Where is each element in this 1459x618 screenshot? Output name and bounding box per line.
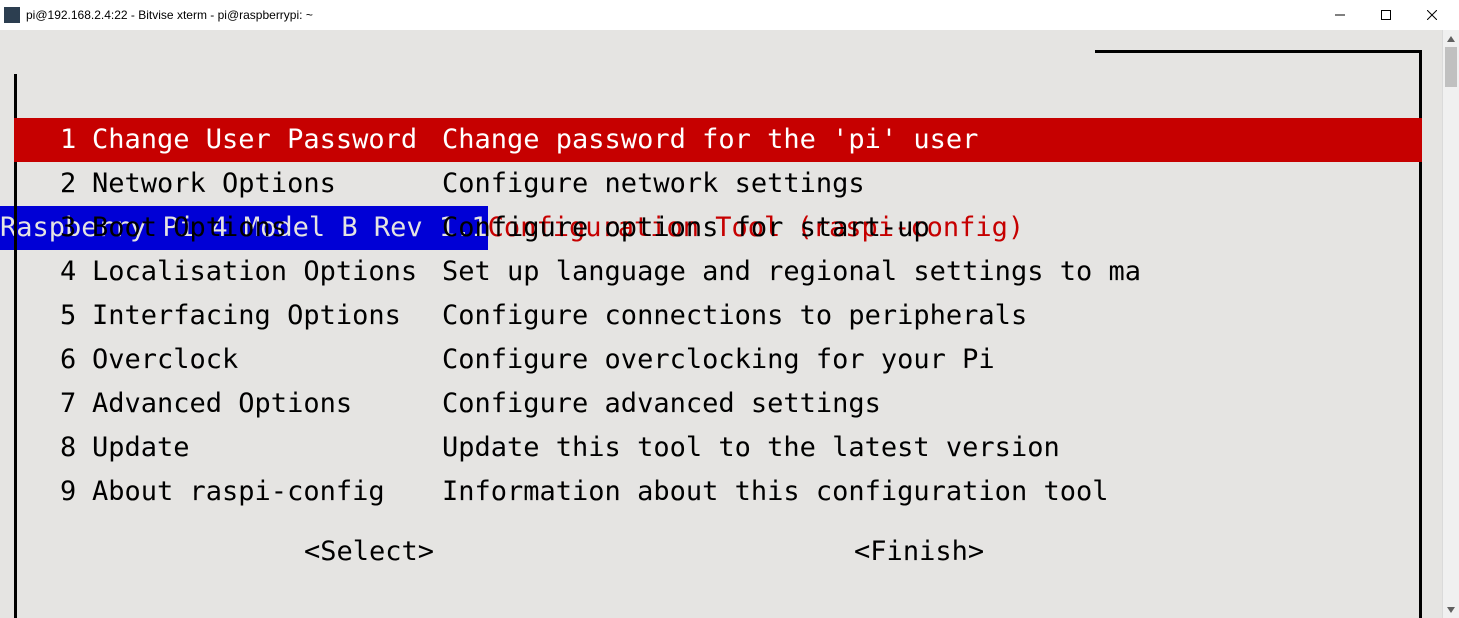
menu-item-label: Update [92, 426, 442, 470]
menu-item-description: Update this tool to the latest version [442, 426, 1060, 470]
menu-item-description: Configure options for start-up [442, 206, 930, 250]
menu-item[interactable]: 3Boot OptionsConfigure options for start… [14, 206, 1422, 250]
menu-item[interactable]: 7Advanced OptionsConfigure advanced sett… [14, 382, 1422, 426]
menu-item-number: 6 [60, 338, 92, 382]
scroll-thumb[interactable] [1445, 47, 1457, 87]
minimize-icon [1335, 10, 1345, 20]
frame-border [1419, 50, 1422, 74]
menu-item-label: Interfacing Options [92, 294, 442, 338]
frame-border [1095, 50, 1422, 53]
scroll-up-button[interactable] [1443, 30, 1459, 47]
menu-item[interactable]: 6OverclockConfigure overclocking for you… [14, 338, 1422, 382]
menu-item-label: Network Options [92, 162, 442, 206]
menu-item[interactable]: 1Change User PasswordChange password for… [14, 118, 1422, 162]
close-icon [1427, 10, 1437, 20]
menu-item-number: 2 [60, 162, 92, 206]
terminal-area[interactable]: Raspberry Pi 4 Model B Rev 1.1Configurat… [0, 30, 1459, 618]
menu-item-number: 9 [60, 470, 92, 514]
menu-item[interactable]: 8UpdateUpdate this tool to the latest ve… [14, 426, 1422, 470]
menu-item-description: Configure connections to peripherals [442, 294, 1027, 338]
titlebar[interactable]: pi@192.168.2.4:22 - Bitvise xterm - pi@r… [0, 0, 1459, 30]
menu-item-description: Configure network settings [442, 162, 865, 206]
menu-item-label: About raspi-config [92, 470, 442, 514]
maximize-icon [1381, 10, 1391, 20]
xterm-window: pi@192.168.2.4:22 - Bitvise xterm - pi@r… [0, 0, 1459, 618]
close-button[interactable] [1409, 0, 1455, 30]
app-icon [4, 7, 20, 23]
menu-item-number: 8 [60, 426, 92, 470]
config-menu[interactable]: 1Change User PasswordChange password for… [14, 118, 1422, 514]
action-buttons-row: <Select> <Finish> [14, 530, 1422, 574]
menu-item-label: Boot Options [92, 206, 442, 250]
finish-button[interactable]: <Finish> [854, 530, 984, 574]
menu-item-description: Configure overclocking for your Pi [442, 338, 995, 382]
menu-item-description: Set up language and regional settings to… [442, 250, 1141, 294]
chevron-up-icon [1447, 36, 1455, 42]
menu-item-number: 3 [60, 206, 92, 250]
menu-item-label: Localisation Options [92, 250, 442, 294]
menu-item-description: Configure advanced settings [442, 382, 881, 426]
menu-item-description: Information about this configuration too… [442, 470, 1108, 514]
menu-item-number: 7 [60, 382, 92, 426]
menu-item-number: 1 [60, 118, 92, 162]
vertical-scrollbar[interactable] [1442, 30, 1459, 618]
scroll-down-button[interactable] [1443, 601, 1459, 618]
menu-item[interactable]: 2Network OptionsConfigure network settin… [14, 162, 1422, 206]
maximize-button[interactable] [1363, 0, 1409, 30]
minimize-button[interactable] [1317, 0, 1363, 30]
window-controls [1317, 0, 1455, 30]
chevron-down-icon [1447, 607, 1455, 613]
menu-item-number: 4 [60, 250, 92, 294]
menu-item-number: 5 [60, 294, 92, 338]
menu-item-label: Change User Password [92, 118, 442, 162]
menu-item[interactable]: 4Localisation OptionsSet up language and… [14, 250, 1422, 294]
window-title: pi@192.168.2.4:22 - Bitvise xterm - pi@r… [26, 8, 313, 22]
menu-item[interactable]: 9About raspi-configInformation about thi… [14, 470, 1422, 514]
menu-item[interactable]: 5Interfacing OptionsConfigure connection… [14, 294, 1422, 338]
select-button[interactable]: <Select> [304, 530, 434, 574]
terminal-content: Raspberry Pi 4 Model B Rev 1.1Configurat… [0, 30, 1442, 618]
menu-item-description: Change password for the 'pi' user [442, 118, 978, 162]
menu-item-label: Overclock [92, 338, 442, 382]
menu-item-label: Advanced Options [92, 382, 442, 426]
